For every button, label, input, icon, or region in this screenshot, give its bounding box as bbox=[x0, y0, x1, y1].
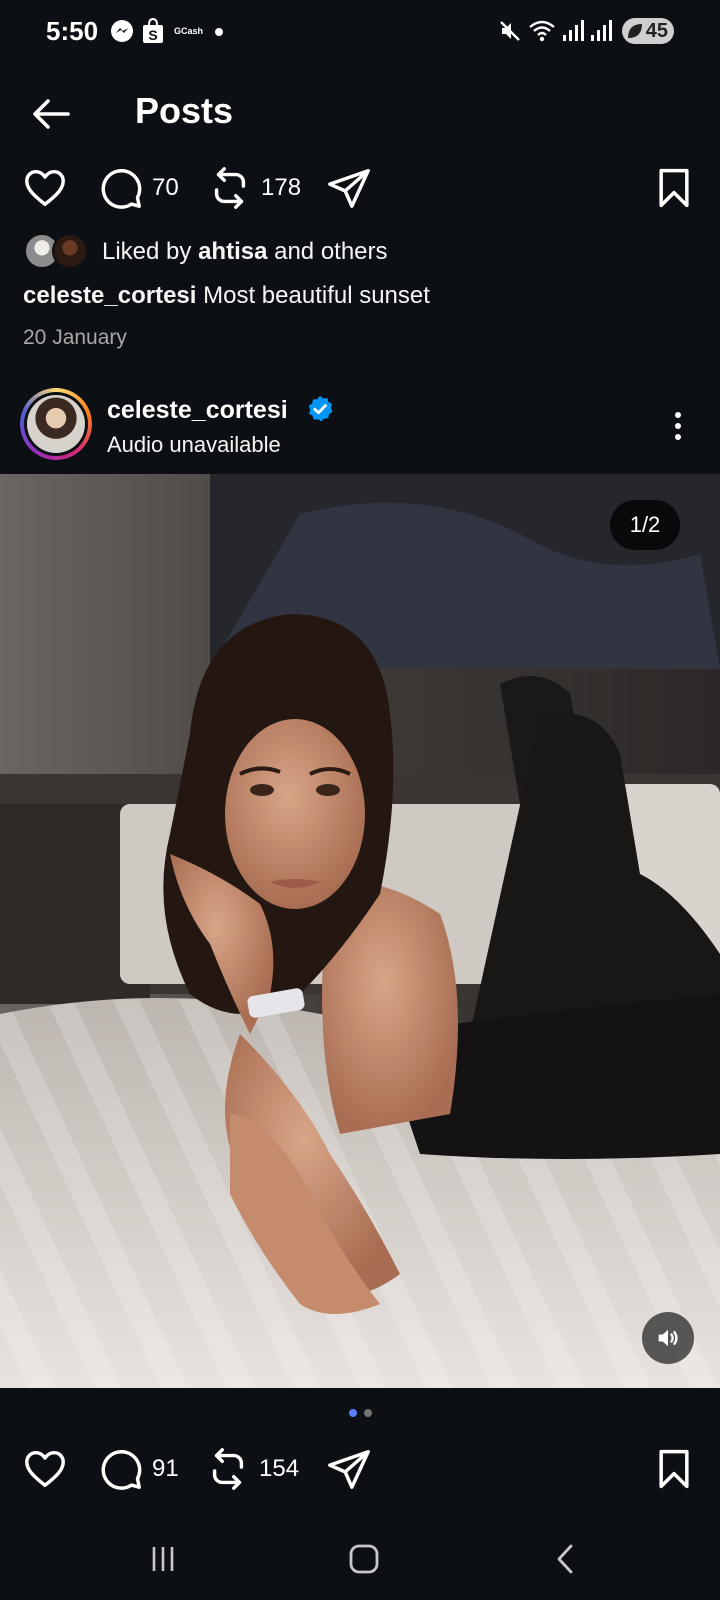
story-ring-avatar[interactable] bbox=[20, 388, 92, 460]
chevron-left-icon bbox=[557, 1544, 573, 1574]
system-back-button[interactable] bbox=[536, 1534, 596, 1584]
photo-counter: 1/2 bbox=[610, 500, 680, 550]
heart-icon bbox=[25, 169, 65, 207]
share-button[interactable] bbox=[326, 1441, 372, 1497]
bookmark-icon bbox=[659, 168, 689, 208]
recents-button[interactable] bbox=[133, 1534, 193, 1584]
signal-icon-2 bbox=[591, 20, 612, 41]
sound-toggle-button[interactable] bbox=[642, 1312, 694, 1364]
like-button[interactable] bbox=[22, 1441, 68, 1497]
liked-by-row[interactable]: Liked by ahtisa and others bbox=[24, 232, 388, 272]
status-time: 5:50 bbox=[46, 16, 99, 46]
caption-username[interactable]: celeste_cortesi bbox=[23, 282, 196, 309]
back-button[interactable] bbox=[28, 90, 76, 138]
save-button[interactable] bbox=[652, 1441, 696, 1497]
liked-by-user[interactable]: ahtisa bbox=[198, 238, 267, 265]
liked-by-suffix: and others bbox=[267, 238, 388, 265]
repost-button[interactable]: 154 bbox=[205, 1441, 299, 1497]
svg-text:S: S bbox=[148, 27, 157, 43]
liked-by-text: Liked by ahtisa and others bbox=[102, 238, 388, 266]
liker-avatars bbox=[24, 233, 94, 271]
repost-icon bbox=[212, 1448, 244, 1490]
recents-icon bbox=[152, 1547, 174, 1571]
system-nav-bar bbox=[0, 1530, 720, 1600]
like-button[interactable] bbox=[22, 160, 68, 216]
action-bar-previous: 70 178 bbox=[0, 160, 720, 216]
wifi-icon bbox=[529, 20, 555, 42]
comment-icon bbox=[101, 1450, 142, 1490]
heart-icon bbox=[25, 1450, 65, 1488]
action-bar-current: 91 154 bbox=[0, 1441, 720, 1497]
signal-icon bbox=[563, 20, 584, 41]
avatar bbox=[27, 395, 85, 453]
home-button[interactable] bbox=[334, 1534, 394, 1584]
comment-icon bbox=[101, 169, 142, 209]
send-icon bbox=[328, 1450, 370, 1489]
share-button[interactable] bbox=[326, 160, 372, 216]
repost-button[interactable]: 178 bbox=[207, 160, 301, 216]
post-image[interactable]: 1/2 bbox=[0, 474, 720, 1388]
repost-count: 178 bbox=[261, 174, 302, 201]
post-date: 20 January bbox=[23, 326, 127, 349]
repost-icon bbox=[214, 167, 246, 209]
messenger-icon bbox=[111, 20, 133, 42]
caption-text: Most beautiful sunset bbox=[196, 282, 430, 309]
caption: celeste_cortesi Most beautiful sunset bbox=[23, 282, 430, 310]
mute-icon bbox=[500, 21, 520, 41]
carousel-dot-active bbox=[348, 1409, 357, 1417]
comment-button[interactable]: 91 bbox=[98, 1441, 179, 1497]
battery-saver-icon bbox=[628, 24, 642, 38]
verified-badge-icon bbox=[308, 395, 333, 422]
liked-by-prefix: Liked by bbox=[102, 238, 199, 265]
post-username[interactable]: celeste_cortesi bbox=[107, 396, 288, 425]
notification-dot bbox=[215, 28, 223, 36]
photo-illustration bbox=[0, 474, 720, 1388]
shopee-icon: S bbox=[143, 17, 163, 43]
save-button[interactable] bbox=[652, 160, 696, 216]
more-options-icon[interactable] bbox=[660, 408, 696, 444]
bookmark-icon bbox=[659, 1449, 689, 1489]
comment-button[interactable]: 70 bbox=[98, 160, 179, 216]
carousel-dot bbox=[363, 1409, 372, 1417]
speaker-icon bbox=[658, 1329, 678, 1347]
comment-count: 91 bbox=[152, 1455, 179, 1482]
post-header: celeste_cortesi Audio unavailable bbox=[0, 386, 720, 466]
comment-count: 70 bbox=[152, 174, 179, 201]
send-icon bbox=[328, 169, 370, 208]
avatar bbox=[52, 233, 88, 269]
top-header: Posts bbox=[0, 80, 720, 144]
gcash-icon: GCash bbox=[174, 26, 204, 36]
page-title: Posts bbox=[135, 90, 234, 131]
battery-level: 45 bbox=[645, 19, 668, 42]
avatar-frame bbox=[24, 392, 88, 456]
audio-status[interactable]: Audio unavailable bbox=[107, 432, 281, 458]
screen: 5:50 S GCash 45 Posts 70 178 Liked by ah… bbox=[0, 0, 720, 1600]
status-bar: 5:50 S GCash 45 bbox=[0, 0, 720, 62]
carousel-indicator bbox=[0, 1409, 720, 1421]
home-icon bbox=[349, 1544, 379, 1574]
repost-count: 154 bbox=[259, 1455, 300, 1482]
battery-icon: 45 bbox=[622, 18, 674, 44]
